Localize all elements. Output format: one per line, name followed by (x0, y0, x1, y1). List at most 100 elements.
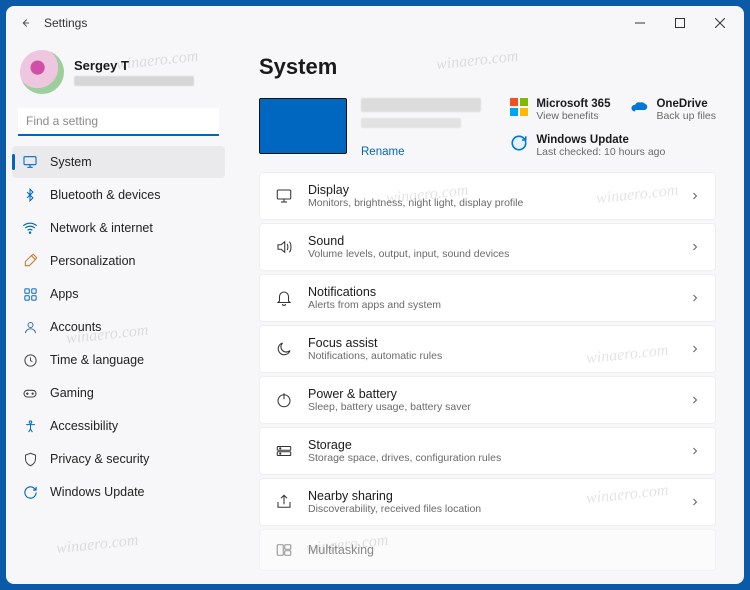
card-title: Notifications (308, 285, 689, 299)
card-sub: Discoverability, received files location (308, 503, 689, 515)
sidebar-item-label: Privacy & security (50, 452, 215, 466)
card-nearby-sharing[interactable]: Nearby sharingDiscoverability, received … (259, 478, 716, 526)
promo-sub: Last checked: 10 hours ago (536, 146, 665, 158)
gaming-icon (22, 385, 38, 401)
promo-sub: View benefits (536, 110, 610, 122)
device-name (361, 98, 481, 112)
card-title: Focus assist (308, 336, 689, 350)
user-block[interactable]: Sergey T (12, 44, 225, 104)
onedrive-icon (630, 98, 648, 116)
clock-icon (22, 352, 38, 368)
sidebar-item-label: Personalization (50, 254, 215, 268)
bluetooth-icon (22, 187, 38, 203)
settings-cards: DisplayMonitors, brightness, night light… (259, 172, 716, 571)
user-email (74, 76, 194, 86)
system-icon (22, 154, 38, 170)
card-title: Nearby sharing (308, 489, 689, 503)
card-sub: Storage space, drives, configuration rul… (308, 452, 689, 464)
sidebar-item-bluetooth[interactable]: Bluetooth & devices (12, 179, 225, 211)
sidebar-item-windows-update[interactable]: Windows Update (12, 476, 225, 508)
back-button[interactable] (10, 8, 40, 38)
chevron-right-icon (689, 190, 701, 202)
card-title: Sound (308, 234, 689, 248)
page-title: System (259, 54, 716, 80)
main: System Rename (231, 40, 744, 584)
card-display[interactable]: DisplayMonitors, brightness, night light… (259, 172, 716, 220)
card-sound[interactable]: SoundVolume levels, output, input, sound… (259, 223, 716, 271)
card-sub: Volume levels, output, input, sound devi… (308, 248, 689, 260)
sidebar-item-label: Apps (50, 287, 215, 301)
sidebar-item-gaming[interactable]: Gaming (12, 377, 225, 409)
sidebar-item-accounts[interactable]: Accounts (12, 311, 225, 343)
minimize-button[interactable] (620, 8, 660, 38)
card-power[interactable]: Power & batterySleep, battery usage, bat… (259, 376, 716, 424)
moon-icon (274, 339, 294, 359)
card-storage[interactable]: StorageStorage space, drives, configurat… (259, 427, 716, 475)
sidebar-item-label: Gaming (50, 386, 215, 400)
sidebar-item-time[interactable]: Time & language (12, 344, 225, 376)
sidebar-item-label: System (50, 155, 215, 169)
sidebar-item-label: Bluetooth & devices (50, 188, 215, 202)
promo-windows-update[interactable]: Windows Update Last checked: 10 hours ag… (510, 134, 716, 158)
sidebar-item-apps[interactable]: Apps (12, 278, 225, 310)
card-title: Power & battery (308, 387, 689, 401)
apps-icon (22, 286, 38, 302)
card-multitasking[interactable]: Multitasking (259, 529, 716, 571)
chevron-right-icon (689, 241, 701, 253)
content: Sergey T System Bluetooth & devices (6, 40, 744, 584)
brush-icon (22, 253, 38, 269)
card-sub: Notifications, automatic rules (308, 350, 689, 362)
nav: System Bluetooth & devices Network & int… (12, 146, 225, 508)
sidebar-item-label: Network & internet (50, 221, 215, 235)
wifi-icon (22, 220, 38, 236)
user-name: Sergey T (74, 58, 194, 73)
share-icon (274, 492, 294, 512)
sidebar-item-personalization[interactable]: Personalization (12, 245, 225, 277)
maximize-button[interactable] (660, 8, 700, 38)
window-title: Settings (44, 16, 87, 30)
close-button[interactable] (700, 8, 740, 38)
sound-icon (274, 237, 294, 257)
power-icon (274, 390, 294, 410)
promo-title: Microsoft 365 (536, 98, 610, 110)
chevron-right-icon (689, 292, 701, 304)
card-sub: Sleep, battery usage, battery saver (308, 401, 689, 413)
multitask-icon (274, 540, 294, 560)
chevron-right-icon (689, 394, 701, 406)
rename-link[interactable]: Rename (361, 146, 481, 158)
search-input[interactable] (18, 108, 219, 136)
sidebar-item-accessibility[interactable]: Accessibility (12, 410, 225, 442)
shield-icon (22, 451, 38, 467)
promo-title: Windows Update (536, 134, 665, 146)
sidebar-item-privacy[interactable]: Privacy & security (12, 443, 225, 475)
sidebar-item-label: Windows Update (50, 485, 215, 499)
device-thumbnail (259, 98, 347, 154)
card-notifications[interactable]: NotificationsAlerts from apps and system (259, 274, 716, 322)
update-status-icon (510, 134, 528, 152)
device-row: Rename Microsoft 365 View benefits (259, 98, 716, 158)
sidebar-item-label: Accessibility (50, 419, 215, 433)
titlebar: Settings (6, 6, 744, 40)
settings-window: Settings Sergey T System (6, 6, 744, 584)
m365-icon (510, 98, 528, 116)
promo-title: OneDrive (656, 98, 716, 110)
card-title: Display (308, 183, 689, 197)
sidebar-item-network[interactable]: Network & internet (12, 212, 225, 244)
bell-icon (274, 288, 294, 308)
card-title: Storage (308, 438, 689, 452)
promo-m365[interactable]: Microsoft 365 View benefits (510, 98, 610, 122)
accessibility-icon (22, 418, 38, 434)
promo-onedrive[interactable]: OneDrive Back up files (630, 98, 716, 122)
device-model (361, 118, 461, 128)
card-focus-assist[interactable]: Focus assistNotifications, automatic rul… (259, 325, 716, 373)
accounts-icon (22, 319, 38, 335)
chevron-right-icon (689, 343, 701, 355)
storage-icon (274, 441, 294, 461)
chevron-right-icon (689, 445, 701, 457)
card-sub: Monitors, brightness, night light, displ… (308, 197, 689, 209)
display-icon (274, 186, 294, 206)
sidebar-item-system[interactable]: System (12, 146, 225, 178)
update-icon (22, 484, 38, 500)
sidebar-item-label: Accounts (50, 320, 215, 334)
card-title: Multitasking (308, 543, 701, 557)
